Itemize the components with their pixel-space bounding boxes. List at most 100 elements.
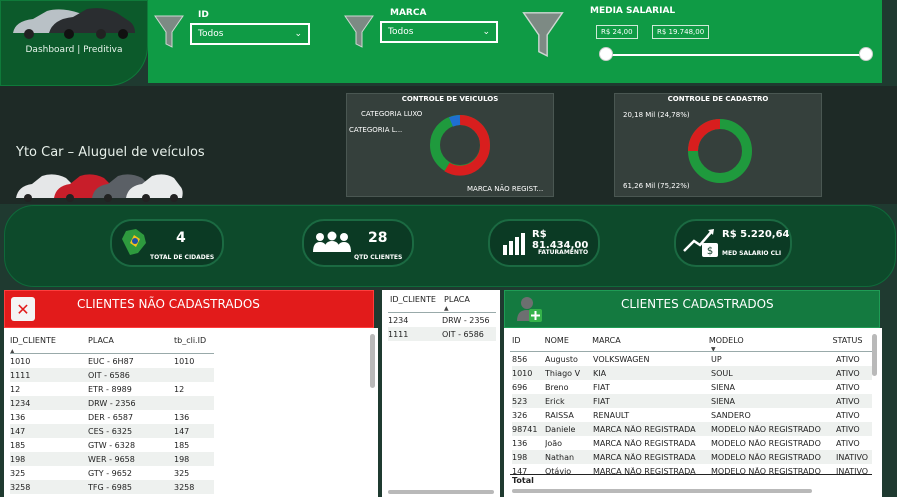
table-row[interactable]: 1111 OIT - 6586 [10,368,214,382]
marca-filter-label: MARCA [390,8,427,18]
cars-logo-icon [13,8,135,39]
table-cell: ETR - 8989 [88,384,132,394]
kpi-cidades-value: 4 [176,230,186,246]
table-cell: SIENA [711,382,735,392]
funnel-icon [522,12,564,57]
registered-table: ID NOME MARCA MODELO STATUS ▼ 856 Augusto… [504,328,882,497]
kpi-card-faturamento: R$ 81.434,00 FATURAMENTO [488,219,600,267]
table-cell: MARCA NÃO REGISTRADA [593,466,696,475]
table-cell: ATIVO [836,368,860,378]
vertical-scrollbar[interactable] [872,334,877,376]
table-row[interactable]: 12 ETR - 8989 12 [10,382,214,396]
col-header-placa[interactable]: PLACA [88,336,174,345]
table-cell: Breno [545,382,569,392]
non-registered-title: CLIENTES NÃO CADASTRADOS [77,297,260,311]
donut-slice-luxo [449,115,461,127]
donut-slice-marca [444,115,490,176]
table-row[interactable]: 3258 TFG - 6985 3258 [10,480,214,494]
table-cell: VOLKSWAGEN [593,354,650,364]
col-header-id-cliente[interactable]: ID_CLIENTE [10,336,88,345]
col-header-id-cliente[interactable]: ID_CLIENTE [390,295,444,304]
label-cadastro-top: 20,18 Mil (24,78%) [623,111,690,119]
table-row[interactable]: 1234 DRW - 2356 [10,396,214,410]
donut-slice-nao-cadastrados [688,119,721,152]
table-cell: RENAULT [593,410,630,420]
table-cell: Nathan [545,452,575,462]
table-cell: 3258 [10,482,31,492]
marca-filter-select[interactable]: Todos ⌄ [380,21,498,43]
kpi-card-cidades: 4 TOTAL DE CIDADES [110,219,224,267]
table-row[interactable]: 136 DER - 6587 136 [10,410,214,424]
table-row[interactable]: 1111 OIT - 6586 [388,327,496,341]
table-cell: FIAT [593,396,610,406]
id-filter-select[interactable]: Todos ⌄ [190,23,310,45]
table-cell: GTW - 6328 [88,440,136,450]
table-row[interactable]: 147 CES - 6325 147 [10,424,214,438]
table-row[interactable]: 198 Nathan MARCA NÃO REGISTRADA MODELO NÃO … [512,450,872,464]
col-header-tb-cli-id[interactable]: tb_cli.ID [174,336,224,345]
table-cell: 326 [512,410,528,420]
filter-bar: ID Todos ⌄ MARCA Todos ⌄ MEDIA SALARIAL … [148,0,882,83]
salary-min-input[interactable]: R$ 24,00 [596,25,638,39]
table-row[interactable]: 1010 Thiago V KIA SOUL ATIVO [512,366,872,380]
col-header-modelo[interactable]: MODELO [709,336,833,345]
table-cell: 185 [10,440,26,450]
table-cell: 1010 [512,368,533,378]
table-cell: 3258 [174,482,195,492]
table-row[interactable]: 326 RAISSA RENAULT SANDERO ATIVO [512,408,872,422]
add-user-icon [517,297,542,322]
id-filter-value: Todos [198,29,224,39]
salary-filter-label: MEDIA SALARIAL [590,6,676,16]
table-row[interactable]: 325 GTY - 9652 325 [10,466,214,480]
table-row[interactable]: 696 Breno FIAT SIENA ATIVO [512,380,872,394]
horizontal-scrollbar[interactable] [512,489,812,493]
vertical-scrollbar[interactable] [370,334,375,388]
company-title: Yto Car – Aluguel de veículos [16,145,205,160]
kpi-card-salario: $ R$ 5.220,64 MED SALARIO CLI [674,219,792,267]
table-row[interactable]: 136 João MARCA NÃO REGISTRADA MODELO NÃO RE… [512,436,872,450]
table-row[interactable]: 1010 EUC - 6H87 1010 [10,354,214,368]
salary-slider-track[interactable] [606,54,868,56]
funnel-icon [154,15,184,48]
col-header-status[interactable]: STATUS [832,336,872,345]
middle-table-rows: 1234 DRW - 2356 1111 OIT - 6586 [388,313,496,341]
salary-max-input[interactable]: R$ 19.748,00 [652,25,710,39]
kpi-faturamento-value: R$ 81.434,00 [532,229,589,251]
table-row[interactable]: 523 Erick FIAT SIENA ATIVO [512,394,872,408]
marca-filter-value: Todos [388,27,414,37]
registration-donut-chart[interactable] [685,116,755,186]
table-cell: WER - 9658 [88,454,135,464]
table-cell: Thiago V [545,368,581,378]
table-row[interactable]: 856 Augusto VOLKSWAGEN UP ATIVO [512,352,872,366]
horizontal-scrollbar[interactable] [388,490,494,494]
salary-slider-min-handle[interactable] [599,47,613,61]
vehicle-donut-chart[interactable] [427,112,493,178]
salary-slider-max-handle[interactable] [859,47,873,61]
col-header-id[interactable]: ID [512,336,545,345]
table-cell: SANDERO [711,410,751,420]
table-cell: João [545,438,563,448]
label-categoria-luxo: CATEGORIA LUXO [361,110,423,118]
col-header-marca[interactable]: MARCA [592,336,709,345]
id-filter-label: ID [198,10,209,20]
table-cell: 198 [512,452,528,462]
table-row[interactable]: 1234 DRW - 2356 [388,313,496,327]
table-cell: 325 [10,468,26,478]
non-registered-rows: 1010 EUC - 6H87 1010 1111 OIT - 6586 12 ETR - … [10,354,214,494]
col-header-placa[interactable]: PLACA [444,295,494,304]
table-row[interactable]: 98741 Daniele MARCA NÃO REGISTRADA MODELO N… [512,422,872,436]
col-header-nome[interactable]: NOME [545,336,592,345]
nav-link-dashboard[interactable]: Dashboard | Preditiva [1,45,147,55]
non-registered-header: ✕ CLIENTES NÃO CADASTRADOS [4,290,374,328]
svg-text:$: $ [707,246,713,257]
table-cell: Augusto [545,354,578,364]
table-header-row: ID NOME MARCA MODELO STATUS [512,336,872,345]
table-row[interactable]: 198 WER - 9658 198 [10,452,214,466]
table-cell: TFG - 6985 [88,482,133,492]
table-row[interactable]: 185 GTW - 6328 185 [10,438,214,452]
kpi-card-clientes: 28 QTD CLIENTES [302,219,414,267]
non-registered-table: ID_CLIENTE PLACA tb_cli.ID ▲ 1010 EUC - 6… [4,328,378,497]
kpi-faturamento-label: FATURAMENTO [538,249,589,256]
table-row[interactable]: 147 Otávio MARCA NÃO REGISTRADA MODELO NÃO … [512,464,872,475]
kpi-clientes-label: QTD CLIENTES [354,254,403,261]
